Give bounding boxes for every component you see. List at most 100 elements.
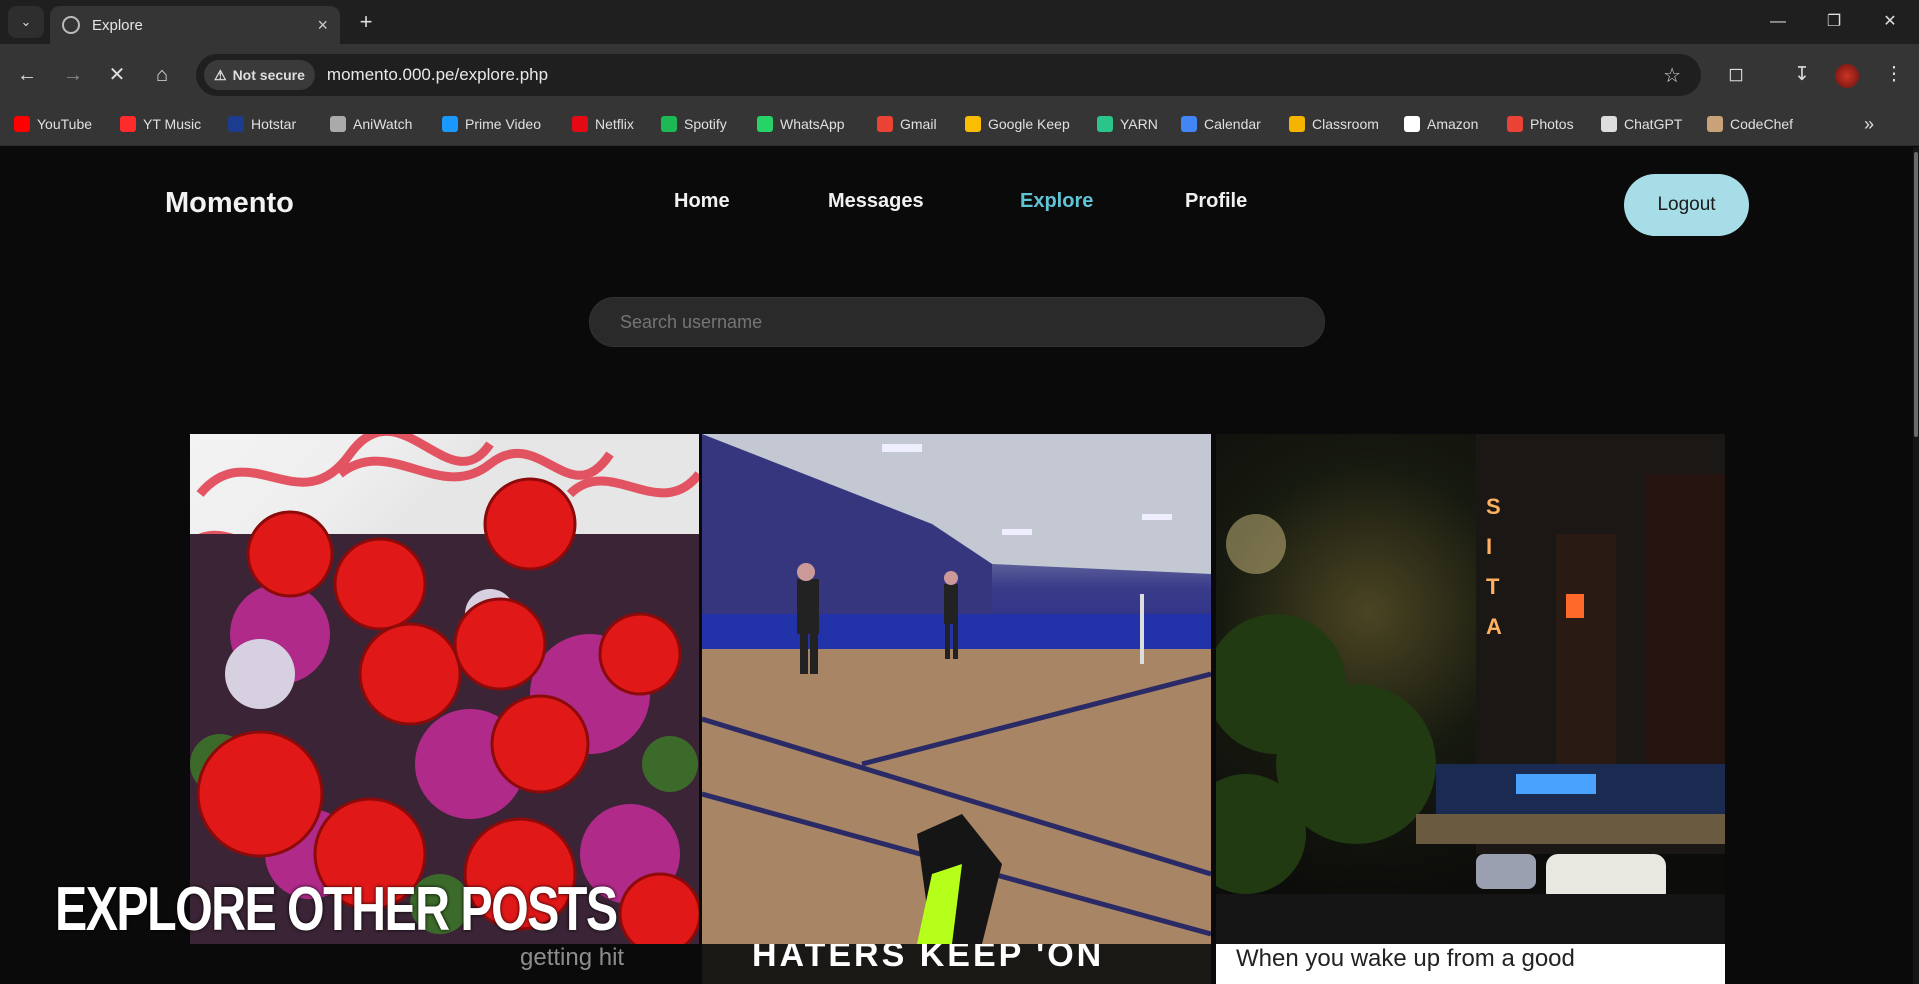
bookmarks-bar: » YouTube YT Music Hotstar AniWatch Prime Vi…: [0, 106, 1919, 146]
bookmark-star-icon[interactable]: ☆: [1663, 63, 1681, 88]
nav-explore[interactable]: Explore: [1020, 190, 1093, 213]
security-chip[interactable]: ⚠ Not secure: [204, 60, 315, 90]
close-tab-icon[interactable]: ×: [317, 15, 328, 36]
calendar-icon: [1181, 116, 1197, 132]
svg-text:T: T: [1486, 574, 1500, 599]
bookmark-label: Google Keep: [988, 116, 1070, 132]
bookmark-label: Prime Video: [465, 116, 542, 132]
hotstar-icon: [228, 116, 244, 132]
minimize-icon[interactable]: —: [1758, 8, 1798, 36]
download-icon[interactable]: ↧: [1784, 57, 1820, 93]
bookmark-label: YT Music: [143, 116, 202, 132]
bookmark-whatsapp[interactable]: WhatsApp: [757, 116, 845, 132]
bookmark-youtube[interactable]: YouTube: [14, 116, 92, 132]
post-caption: HATERS KEEP 'ON: [702, 944, 1211, 984]
active-tab[interactable]: Explore ×: [50, 6, 340, 44]
bookmark-label: AniWatch: [353, 116, 413, 132]
gmail-icon: [877, 116, 893, 132]
badminton-court-image: [702, 434, 1211, 944]
svg-text:S: S: [1486, 494, 1501, 519]
post-caption: getting hit: [190, 944, 699, 984]
logout-button[interactable]: Logout: [1624, 174, 1749, 236]
bookmark-codechef[interactable]: CodeChef: [1707, 116, 1793, 132]
bookmark-label: Classroom: [1312, 116, 1379, 132]
bookmark-yarn[interactable]: YARN: [1097, 116, 1158, 132]
restore-icon[interactable]: ❐: [1814, 8, 1854, 36]
bookmark-label: Amazon: [1427, 116, 1479, 132]
amazon-icon: [1404, 116, 1420, 132]
google-keep-icon: [965, 116, 981, 132]
search-input[interactable]: [589, 297, 1325, 347]
bookmark-spotify[interactable]: Spotify: [661, 116, 727, 132]
bookmark-label: Netflix: [595, 116, 634, 132]
post-image-night-street[interactable]: SITA: [1216, 434, 1725, 944]
video-overlay-title: EXPLORE OTHER POSTS: [55, 875, 618, 944]
nav-messages[interactable]: Messages: [828, 190, 924, 213]
whatsapp-icon: [757, 116, 773, 132]
tab-favicon-icon: [62, 16, 80, 34]
not-secure-label: Not secure: [232, 67, 305, 83]
site-logo[interactable]: Momento: [165, 187, 294, 220]
bookmark-amazon[interactable]: Amazon: [1404, 116, 1478, 132]
yt-music-icon: [120, 116, 136, 132]
page-content: Momento Home Messages Explore Profile Lo…: [0, 147, 1913, 984]
nav-profile[interactable]: Profile: [1185, 190, 1247, 213]
bookmark-label: Photos: [1530, 116, 1574, 132]
bookmark-label: YARN: [1120, 116, 1158, 132]
bookmark-label: YouTube: [37, 116, 93, 132]
address-bar[interactable]: ⚠ Not secure momento.000.pe/explore.php …: [196, 54, 1701, 96]
prime-video-icon: [442, 116, 458, 132]
nav-home[interactable]: Home: [674, 190, 730, 213]
bookmark-label: Hotstar: [251, 116, 297, 132]
bookmark-gmail[interactable]: Gmail: [877, 116, 937, 132]
new-tab-button[interactable]: +: [352, 8, 380, 36]
scrollbar-thumb[interactable]: [1914, 152, 1918, 437]
bookmark-label: Spotify: [684, 116, 727, 132]
extensions-icon[interactable]: ◻: [1718, 57, 1754, 93]
bookmark-label: ChatGPT: [1624, 116, 1683, 132]
night-street-image: SITA: [1216, 434, 1725, 944]
tab-title: Explore: [92, 16, 143, 34]
codechef-icon: [1707, 116, 1723, 132]
netflix-icon: [572, 116, 588, 132]
bookmark-aniwatch[interactable]: AniWatch: [330, 116, 412, 132]
classroom-icon: [1289, 116, 1305, 132]
bookmark-netflix[interactable]: Netflix: [572, 116, 634, 132]
bookmark-hotstar[interactable]: Hotstar: [228, 116, 296, 132]
yarn-icon: [1097, 116, 1113, 132]
bookmark-photos[interactable]: Photos: [1507, 116, 1574, 132]
menu-dots-icon[interactable]: ⋮: [1876, 57, 1912, 93]
bookmark-label: Calendar: [1204, 116, 1261, 132]
youtube-icon: [14, 116, 30, 132]
browser-toolbar: ← → ✕ ⌂ ⚠ Not secure momento.000.pe/expl…: [0, 44, 1919, 106]
forward-icon[interactable]: →: [55, 57, 91, 93]
bookmark-calendar[interactable]: Calendar: [1181, 116, 1261, 132]
photos-icon: [1507, 116, 1523, 132]
spotify-icon: [661, 116, 677, 132]
svg-text:A: A: [1486, 614, 1502, 639]
bookmark-prime-video[interactable]: Prime Video: [442, 116, 541, 132]
chatgpt-icon: [1601, 116, 1617, 132]
profile-avatar[interactable]: [1835, 64, 1859, 88]
url-text[interactable]: momento.000.pe/explore.php: [327, 65, 548, 85]
chevron-down-icon: ⌄: [20, 14, 32, 29]
bookmark-label: WhatsApp: [780, 116, 845, 132]
bookmark-chatgpt[interactable]: ChatGPT: [1601, 116, 1682, 132]
post-caption: When you wake up from a good: [1216, 944, 1725, 984]
tab-strip: ⌄ Explore × + — ❐ ✕: [0, 0, 1919, 44]
post-image-flowers[interactable]: [190, 434, 699, 944]
home-icon[interactable]: ⌂: [144, 57, 180, 93]
bookmark-label: CodeChef: [1730, 116, 1794, 132]
bookmark-yt-music[interactable]: YT Music: [120, 116, 201, 132]
bookmark-classroom[interactable]: Classroom: [1289, 116, 1379, 132]
flower-bouquet-image: [190, 434, 699, 944]
more-bookmarks-icon[interactable]: »: [1864, 114, 1874, 135]
tab-search-button[interactable]: ⌄: [8, 6, 44, 38]
post-image-court[interactable]: [702, 434, 1211, 944]
bookmark-google-keep[interactable]: Google Keep: [965, 116, 1070, 132]
back-icon[interactable]: ←: [9, 57, 45, 93]
svg-text:I: I: [1486, 534, 1492, 559]
stop-loading-icon[interactable]: ✕: [99, 57, 135, 93]
close-window-icon[interactable]: ✕: [1870, 8, 1910, 36]
bookmark-label: Gmail: [900, 116, 937, 132]
